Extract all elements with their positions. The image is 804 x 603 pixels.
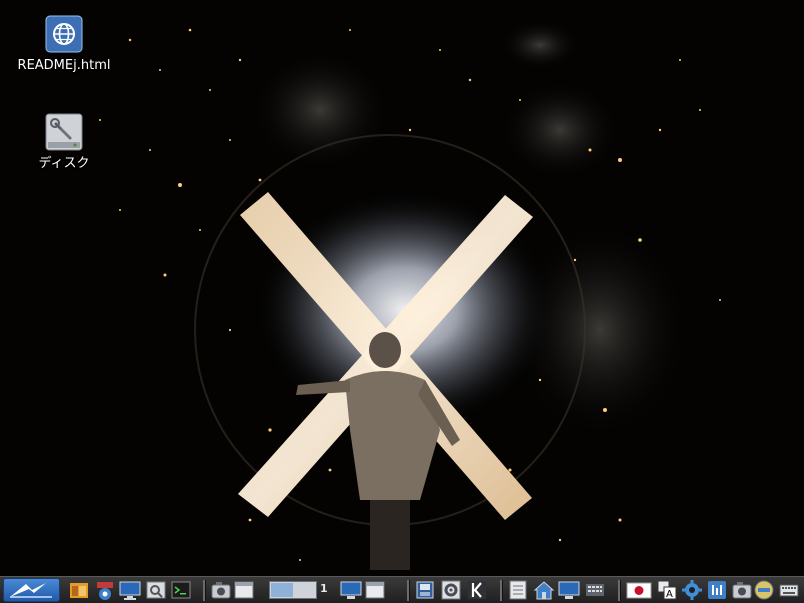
document-icon[interactable] bbox=[507, 579, 529, 601]
taskbar: 1 A bbox=[0, 576, 804, 603]
disk-icon[interactable] bbox=[414, 579, 436, 601]
disk-tool-icon bbox=[44, 112, 84, 152]
monitor-icon[interactable] bbox=[340, 579, 362, 601]
workspace-pager[interactable] bbox=[269, 581, 317, 599]
display-icon[interactable] bbox=[558, 579, 580, 601]
file-manager-icon[interactable] bbox=[68, 579, 90, 601]
workspace-1-preview bbox=[271, 583, 293, 597]
desktop-icon-readme[interactable]: READMEj.html bbox=[9, 14, 119, 74]
taskbar-separator bbox=[407, 580, 410, 601]
screenshot-icon[interactable] bbox=[210, 579, 232, 601]
taskbar-separator bbox=[500, 580, 503, 601]
power-icon[interactable] bbox=[753, 579, 775, 601]
window-icon[interactable] bbox=[364, 579, 386, 601]
start-menu-button[interactable] bbox=[3, 578, 60, 602]
svg-text:A: A bbox=[666, 589, 673, 600]
workspace-number: 1 bbox=[320, 582, 328, 595]
lxde-menu-icon bbox=[10, 583, 52, 598]
gear-icon[interactable] bbox=[681, 579, 703, 601]
image-viewer-icon[interactable] bbox=[145, 579, 167, 601]
terminal-icon[interactable] bbox=[170, 579, 192, 601]
desktop-icon-disk[interactable]: ディスク bbox=[9, 112, 119, 172]
japan-flag-icon[interactable] bbox=[626, 579, 652, 601]
globe-html-icon bbox=[44, 14, 84, 54]
wallpaper-image bbox=[0, 0, 804, 576]
keyboard-icon[interactable] bbox=[778, 579, 800, 601]
window-icon[interactable] bbox=[233, 579, 255, 601]
network-icon[interactable] bbox=[94, 579, 116, 601]
taskbar-separator bbox=[618, 580, 621, 601]
keyboard-grid-icon[interactable] bbox=[584, 579, 606, 601]
input-method-icon[interactable]: A bbox=[656, 579, 678, 601]
desktop-icon-label: READMEj.html bbox=[17, 58, 111, 73]
taskbar-separator bbox=[203, 580, 206, 601]
desktop: READMEj.html ディスク 1 A bbox=[0, 0, 804, 603]
desktop-icon-label: ディスク bbox=[38, 156, 90, 171]
camera-icon[interactable] bbox=[731, 579, 753, 601]
desktop-icon[interactable] bbox=[119, 579, 141, 601]
kdeconnect-icon[interactable] bbox=[466, 579, 488, 601]
network-status-icon[interactable] bbox=[706, 579, 728, 601]
settings-icon[interactable] bbox=[440, 579, 462, 601]
home-icon[interactable] bbox=[533, 579, 555, 601]
